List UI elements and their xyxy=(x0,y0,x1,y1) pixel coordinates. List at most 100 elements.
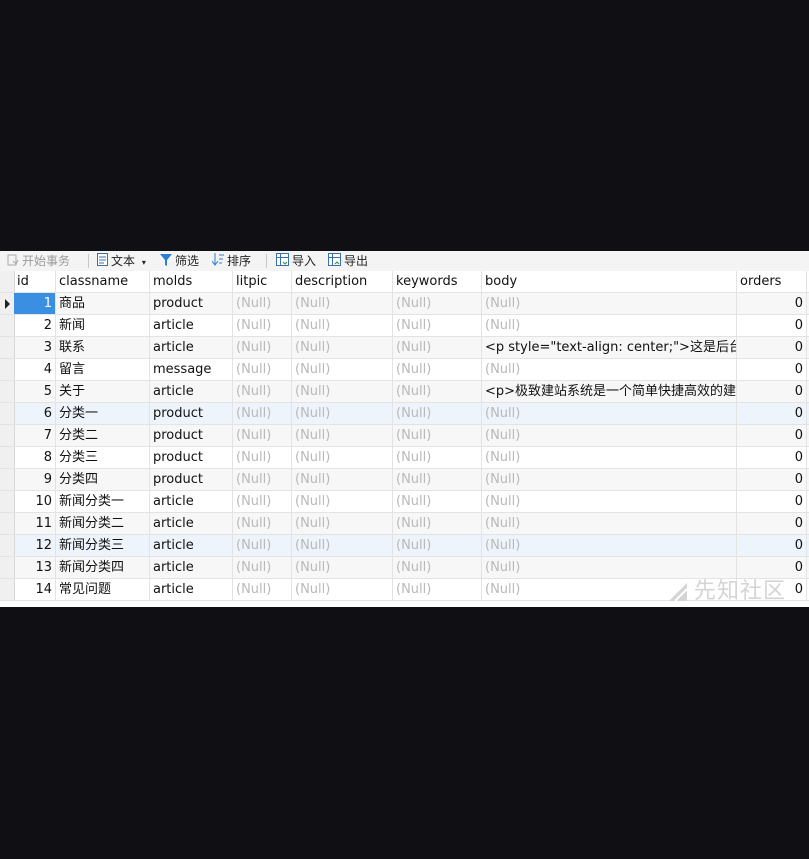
cell-id[interactable]: 5 xyxy=(14,381,56,402)
table-row[interactable]: 10 新闻分类一 article (Null) (Null) (Null) (Null) 0 xyxy=(0,491,809,513)
cell-litpic[interactable]: (Null) xyxy=(233,447,292,468)
cell-id[interactable]: 2 xyxy=(14,315,56,336)
table-row[interactable]: 11 新闻分类二 article (Null) (Null) (Null) (Null) 0 xyxy=(0,513,809,535)
table-row[interactable]: 5 关于 article (Null) (Null) (Null) <p>极致建站系统是一个… xyxy=(0,381,809,403)
cell-id[interactable]: 1 xyxy=(14,293,56,314)
row-indicator[interactable] xyxy=(0,579,15,600)
column-header-orders[interactable]: orders xyxy=(737,271,807,292)
cell-body[interactable]: <p style="text-align: center;">这是后台 xyxy=(482,337,737,358)
cell-classname[interactable]: 新闻分类一 xyxy=(56,491,150,512)
cell-litpic[interactable]: (Null) xyxy=(233,425,292,446)
column-header-id[interactable]: id xyxy=(14,271,56,292)
cell-id[interactable]: 12 xyxy=(14,535,56,556)
row-indicator[interactable] xyxy=(0,513,15,534)
cell-litpic[interactable]: (Null) xyxy=(233,579,292,600)
cell-litpic[interactable]: (Null) xyxy=(233,513,292,534)
cell-id[interactable]: 7 xyxy=(14,425,56,446)
cell-classname[interactable]: 商品 xyxy=(56,293,150,314)
cell-molds[interactable]: article xyxy=(150,381,233,402)
row-indicator[interactable] xyxy=(0,535,15,556)
cell-id[interactable]: 8 xyxy=(14,447,56,468)
cell-classname[interactable]: 关于 xyxy=(56,381,150,402)
row-indicator[interactable] xyxy=(0,403,15,424)
cell-molds[interactable]: message xyxy=(150,359,233,380)
cell-description[interactable]: (Null) xyxy=(292,535,393,556)
cell-id[interactable]: 13 xyxy=(14,557,56,578)
cell-litpic[interactable]: (Null) xyxy=(233,315,292,336)
cell-molds[interactable]: product xyxy=(150,425,233,446)
cell-molds[interactable]: article xyxy=(150,535,233,556)
cell-litpic[interactable]: (Null) xyxy=(233,469,292,490)
row-indicator[interactable] xyxy=(0,359,15,380)
cell-description[interactable]: (Null) xyxy=(292,557,393,578)
text-button[interactable]: 文本 ▾ xyxy=(97,252,146,270)
cell-molds[interactable]: article xyxy=(150,315,233,336)
cell-classname[interactable]: 新闻分类二 xyxy=(56,513,150,534)
row-indicator[interactable] xyxy=(0,557,15,578)
cell-classname[interactable]: 分类三 xyxy=(56,447,150,468)
sort-button[interactable]: 排序 xyxy=(211,252,251,270)
cell-body[interactable]: (Null) xyxy=(482,359,737,380)
cell-description[interactable]: (Null) xyxy=(292,425,393,446)
cell-litpic[interactable]: (Null) xyxy=(233,535,292,556)
cell-litpic[interactable]: (Null) xyxy=(233,293,292,314)
cell-molds[interactable]: product xyxy=(150,469,233,490)
cell-description[interactable]: (Null) xyxy=(292,381,393,402)
cell-body[interactable]: (Null) xyxy=(482,469,737,490)
column-header-classname[interactable]: classname xyxy=(56,271,150,292)
cell-body[interactable]: (Null) xyxy=(482,513,737,534)
cell-description[interactable]: (Null) xyxy=(292,447,393,468)
column-header-body[interactable]: body xyxy=(482,271,737,292)
row-indicator[interactable] xyxy=(0,315,15,336)
row-indicator[interactable] xyxy=(0,293,15,314)
cell-body[interactable]: (Null) xyxy=(482,293,737,314)
cell-litpic[interactable]: (Null) xyxy=(233,403,292,424)
column-header-molds[interactable]: molds xyxy=(150,271,233,292)
cell-orders[interactable]: 0 xyxy=(737,315,807,336)
cell-molds[interactable]: article xyxy=(150,579,233,600)
cell-molds[interactable]: product xyxy=(150,293,233,314)
cell-keywords[interactable]: (Null) xyxy=(393,447,482,468)
cell-litpic[interactable]: (Null) xyxy=(233,337,292,358)
cell-keywords[interactable]: (Null) xyxy=(393,337,482,358)
cell-body[interactable]: (Null) xyxy=(482,447,737,468)
table-row[interactable]: 12 新闻分类三 article (Null) (Null) (Null) (Null) 0 xyxy=(0,535,809,557)
row-indicator[interactable] xyxy=(0,447,15,468)
table-row[interactable]: 1 商品 product (Null) (Null) (Null) (Null) 0 xyxy=(0,293,809,315)
cell-classname[interactable]: 分类一 xyxy=(56,403,150,424)
cell-keywords[interactable]: (Null) xyxy=(393,403,482,424)
cell-description[interactable]: (Null) xyxy=(292,403,393,424)
cell-keywords[interactable]: (Null) xyxy=(393,513,482,534)
cell-molds[interactable]: product xyxy=(150,403,233,424)
cell-keywords[interactable]: (Null) xyxy=(393,491,482,512)
cell-keywords[interactable]: (Null) xyxy=(393,381,482,402)
cell-description[interactable]: (Null) xyxy=(292,337,393,358)
cell-id[interactable]: 6 xyxy=(14,403,56,424)
cell-classname[interactable]: 分类二 xyxy=(56,425,150,446)
cell-classname[interactable]: 新闻分类三 xyxy=(56,535,150,556)
cell-orders[interactable]: 0 xyxy=(737,513,807,534)
cell-classname[interactable]: 常见问题 xyxy=(56,579,150,600)
cell-keywords[interactable]: (Null) xyxy=(393,359,482,380)
cell-body[interactable]: (Null) xyxy=(482,491,737,512)
cell-classname[interactable]: 新闻 xyxy=(56,315,150,336)
begin-transaction-button[interactable]: 开始事务 xyxy=(7,252,70,270)
cell-litpic[interactable]: (Null) xyxy=(233,557,292,578)
cell-id[interactable]: 9 xyxy=(14,469,56,490)
table-row[interactable]: 6 分类一 product (Null) (Null) (Null) (Null) 0 xyxy=(0,403,809,425)
cell-litpic[interactable]: (Null) xyxy=(233,491,292,512)
cell-classname[interactable]: 联系 xyxy=(56,337,150,358)
table-row[interactable]: 2 新闻 article (Null) (Null) (Null) (Null) 0 xyxy=(0,315,809,337)
row-indicator[interactable] xyxy=(0,491,15,512)
cell-body[interactable]: (Null) xyxy=(482,425,737,446)
cell-orders[interactable]: 0 xyxy=(737,381,807,402)
row-indicator[interactable] xyxy=(0,381,15,402)
row-indicator[interactable] xyxy=(0,425,15,446)
cell-description[interactable]: (Null) xyxy=(292,513,393,534)
cell-orders[interactable]: 0 xyxy=(737,403,807,424)
cell-classname[interactable]: 分类四 xyxy=(56,469,150,490)
cell-orders[interactable]: 0 xyxy=(737,425,807,446)
cell-keywords[interactable]: (Null) xyxy=(393,557,482,578)
cell-description[interactable]: (Null) xyxy=(292,469,393,490)
cell-id[interactable]: 11 xyxy=(14,513,56,534)
